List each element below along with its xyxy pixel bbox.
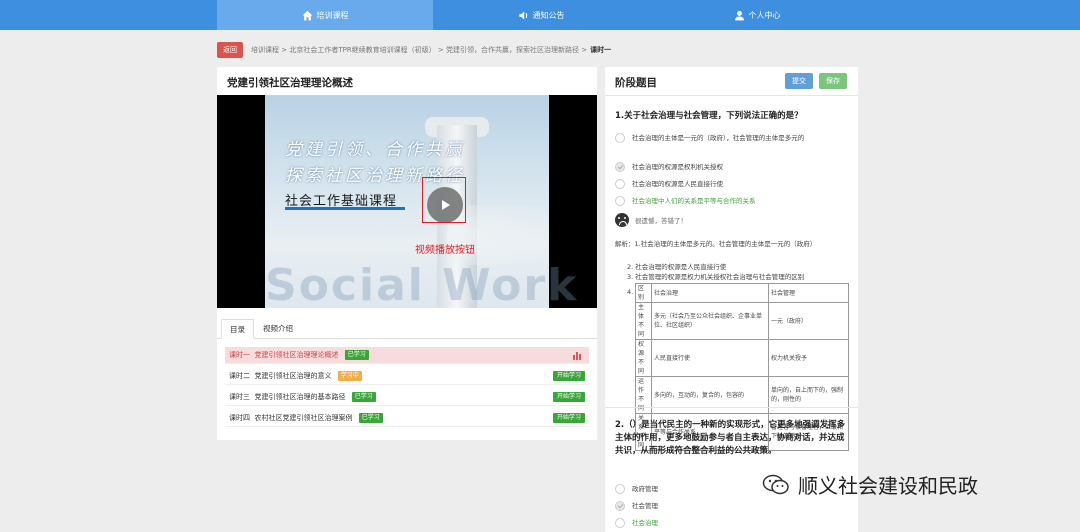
breadcrumb: 返回 培训课程 > 北京社会工作者TPR继续教育培训课程（初级） > 党建引领，… (217, 42, 611, 58)
table-cell: 多元（社会乃至公众社会组织、企事业单位、社区组织） (651, 302, 769, 340)
radio-button[interactable] (615, 518, 625, 528)
lesson-number: 课时三 (229, 393, 250, 401)
sad-face-icon (615, 213, 629, 227)
option-text: 政府管理 (632, 485, 658, 493)
breadcrumb-current: 课时一 (590, 46, 612, 54)
play-button-annotation: 视频播放按钮 (415, 245, 475, 256)
video-player[interactable]: Social Work 党建引领、合作共赢 探索社区治理新路径 社会工作基础课程… (217, 95, 597, 308)
video-frame: Social Work 党建引领、合作共赢 探索社区治理新路径 社会工作基础课程… (265, 95, 576, 308)
status-badge: 已学习 (351, 392, 376, 402)
lesson-item[interactable]: 课时一 党建引领社区治理理论概述 已学习 (225, 347, 589, 364)
table-cell: 一元（政府） (768, 302, 849, 340)
back-button[interactable]: 返回 (217, 42, 243, 58)
radio-button[interactable] (615, 179, 625, 189)
table-cell: 社会治理 (651, 283, 769, 303)
radio-button[interactable] (615, 196, 625, 206)
table-row: 主体不同 多元（社会乃至公众社会组织、企事业单位、社区组织） 一元（政府） (635, 302, 849, 340)
question-text: 1.关于社会治理与社会管理，下列说法正确的是？ (615, 111, 803, 121)
user-icon (734, 10, 744, 20)
video-title-line1: 党建引领、合作共赢 (285, 140, 465, 160)
option-text: 社会治理 (632, 519, 658, 527)
radio-button[interactable] (615, 162, 625, 172)
status-badge: 已学习 (344, 350, 369, 360)
course-tabs: 目录 视频介绍 (217, 319, 597, 339)
feedback-text: 很遗憾，答错了！ (635, 217, 687, 225)
quiz-panel: 阶段题目 提交 保存 1.关于社会治理与社会管理，下列说法正确的是？ 社会治理的… (605, 67, 858, 532)
start-learning-button[interactable]: 开始学习 (552, 413, 585, 423)
answer-option[interactable]: 社会治理的权源是权利机关授权 (615, 162, 850, 172)
playing-bars-icon (573, 352, 581, 360)
lesson-item[interactable]: 课时三 党建引领社区治理的基本路径 已学习 开始学习 (225, 389, 589, 406)
lesson-title: 党建引领社区治理的意义 (254, 372, 332, 380)
course-title: 党建引领社区治理理论概述 (227, 77, 353, 89)
analysis-line: 解析：1.社会治理的主体是多元的。社会管理的主体是一元的（政府） (615, 240, 817, 248)
lesson-item[interactable]: 课时二 党建引领社区治理的意义 学习中 开始学习 (225, 368, 589, 385)
table-row: 权源不同 人民直接行使 权力机关授予 (635, 339, 849, 377)
status-badge: 学习中 (337, 371, 362, 381)
watermark-text: 顺义社会建设和民政 (798, 474, 978, 498)
nav-label: 个人中心 (748, 10, 781, 20)
table-cell: 主体不同 (635, 302, 652, 340)
answer-option[interactable]: 社会治理的主体是一元的（政府），社会管理的主体是多元的 (615, 133, 850, 143)
start-learning-button[interactable]: 开始学习 (552, 392, 585, 402)
option-text: 社会治理中人们的关系是平等与合作的关系 (632, 197, 756, 205)
analysis-line: 2. 社会治理的权源是人民直接行使 (627, 263, 727, 271)
radio-button[interactable] (615, 501, 625, 511)
submit-button[interactable]: 提交 (785, 73, 813, 89)
answer-option-correct[interactable]: 社会治理中人们的关系是平等与合作的关系 (615, 196, 850, 206)
nav-label: 培训课程 (316, 10, 349, 20)
option-text: 社会治理的权源是权利机关授权 (632, 163, 723, 171)
nav-item-announcements[interactable]: 通知公告 (433, 0, 649, 30)
quiz-title: 阶段题目 (615, 77, 657, 89)
course-panel: 党建引领社区治理理论概述 Social Work 党建引领、合作共赢 探索社区治… (217, 67, 597, 440)
start-learning-button[interactable]: 开始学习 (552, 371, 585, 381)
tab-catalog[interactable]: 目录 (221, 319, 254, 339)
lesson-item[interactable]: 课时四 农村社区党建引领社区治理案例 已学习 开始学习 (225, 410, 589, 427)
answer-option[interactable]: 社会管理 (615, 501, 850, 511)
wechat-watermark: 顺义社会建设和民政 (762, 470, 978, 499)
status-badge: 已学习 (358, 413, 383, 423)
nav-item-personal-center[interactable]: 个人中心 (649, 0, 865, 30)
table-cell: 区别 (635, 283, 652, 303)
option-text: 社会治理的权源是人民直接行使 (632, 180, 723, 188)
feedback: 很遗憾，答错了！ (615, 213, 687, 227)
table-cell: 权源不同 (635, 339, 652, 377)
nav-label: 通知公告 (532, 10, 565, 20)
lesson-list: 课时一 党建引领社区治理理论概述 已学习 课时二 党建引领社区治理的意义 学习中… (225, 347, 589, 431)
save-button[interactable]: 保存 (819, 73, 847, 89)
breadcrumb-path[interactable]: 培训课程 > 北京社会工作者TPR继续教育培训课程（初级） > 党建引领，合作共… (251, 45, 587, 55)
lesson-title: 农村社区党建引领社区治理案例 (254, 414, 353, 422)
lesson-title: 党建引领社区治理的基本路径 (254, 393, 346, 401)
nav-item-training-courses[interactable]: 培训课程 (217, 0, 433, 30)
lesson-title: 党建引领社区治理理论概述 (254, 351, 339, 359)
lesson-number: 课时四 (229, 414, 250, 422)
play-button-highlight (422, 177, 466, 223)
video-underline (285, 207, 405, 210)
lesson-number: 课时二 (229, 372, 250, 380)
home-icon (302, 10, 312, 20)
option-text: 社会管理 (632, 502, 658, 510)
table-cell: 人民直接行使 (651, 339, 769, 377)
speaker-icon (518, 10, 527, 20)
lesson-number: 课时一 (229, 351, 250, 359)
table-cell: 权力机关授予 (768, 339, 849, 377)
analysis-line: 3. 社会管理的权源是权力机关授权社会治理与社会管理的区别 (627, 273, 805, 281)
wechat-icon (762, 474, 789, 494)
radio-button[interactable] (615, 133, 625, 143)
table-header-row: 区别 社会治理 社会管理 (635, 283, 849, 303)
tab-video-intro[interactable]: 视频介绍 (255, 319, 301, 339)
answer-option[interactable]: 社会治理的权源是人民直接行使 (615, 179, 850, 189)
top-navigation-bar: 培训课程 通知公告 个人中心 (0, 0, 1080, 30)
divider (605, 407, 858, 408)
answer-option-correct[interactable]: 社会治理 (615, 518, 850, 528)
question-text: 2.（）是当代民主的一种新的实现形式，它更多地强调发挥多主体的作用，更多地鼓励参… (615, 420, 846, 456)
option-text: 社会治理的主体是一元的（政府），社会管理的主体是多元的 (632, 134, 805, 142)
radio-button[interactable] (615, 484, 625, 494)
table-cell: 社会管理 (768, 283, 849, 303)
video-watermark: Social Work (265, 260, 579, 308)
divider (605, 95, 858, 96)
